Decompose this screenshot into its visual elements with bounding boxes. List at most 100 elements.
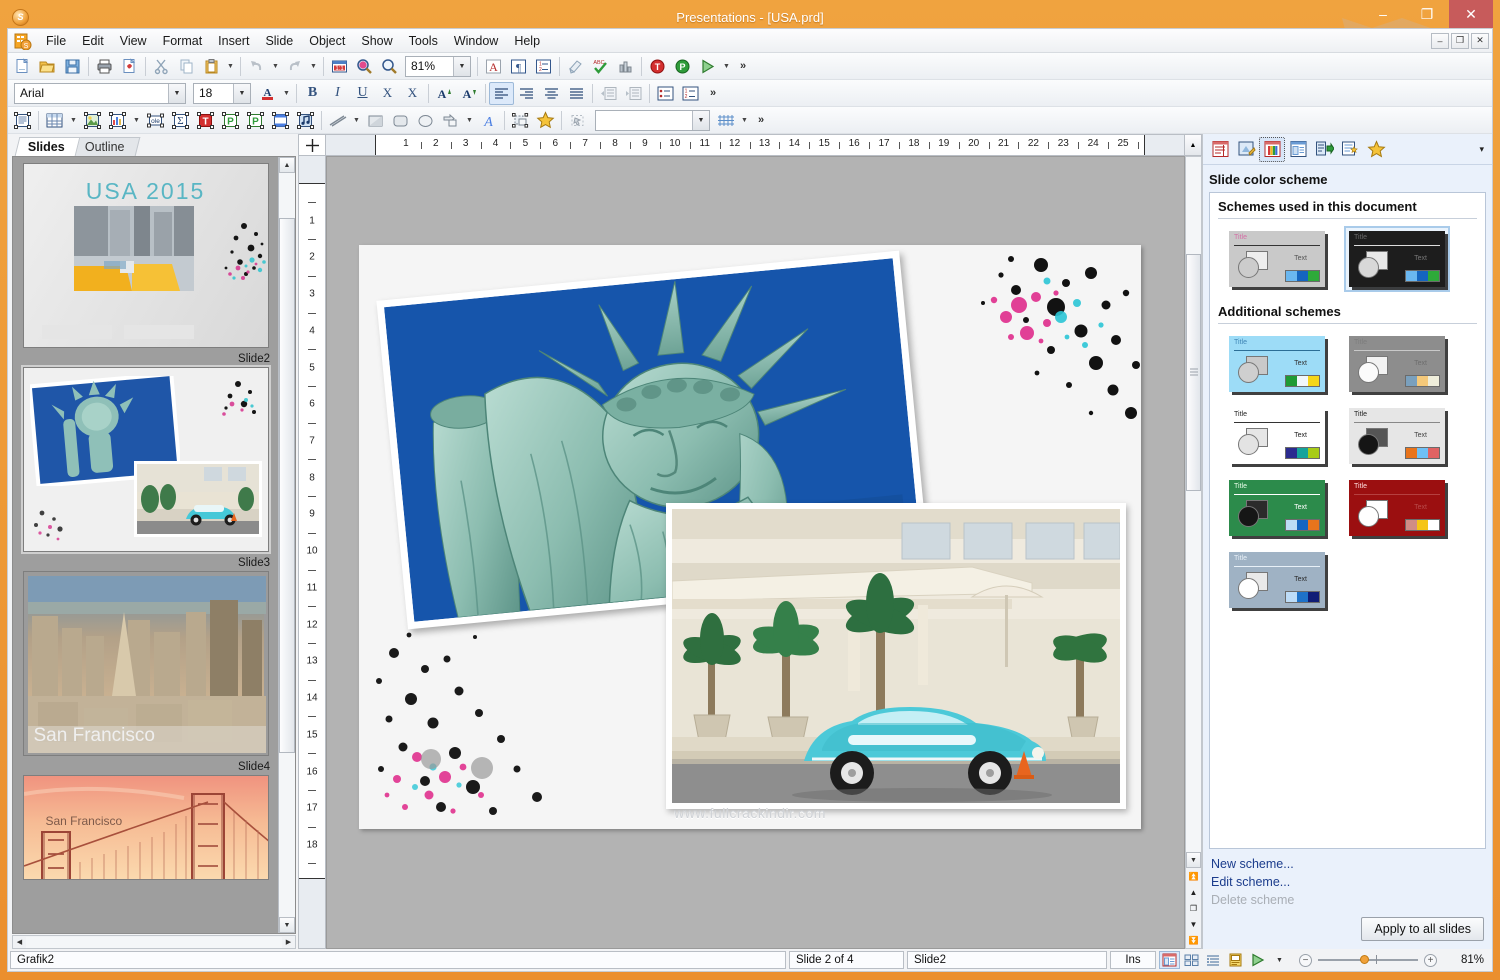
spellcheck-icon[interactable]: ABC xyxy=(588,55,613,78)
scheme-green[interactable]: Title Text xyxy=(1226,477,1328,539)
slideshow-dropdown-icon[interactable]: ▼ xyxy=(720,55,733,78)
slide-thumbnail-2[interactable] xyxy=(23,367,269,552)
media-frame-icon[interactable] xyxy=(268,109,293,132)
select-browse-object-icon[interactable]: ❐ xyxy=(1186,900,1201,916)
previous-slide-icon[interactable]: ▲ xyxy=(1186,884,1201,900)
decrease-indent-icon[interactable] xyxy=(596,82,621,105)
increase-font-size-icon[interactable]: A xyxy=(432,82,457,105)
slide-thumbnail-list[interactable]: USA 2015 xyxy=(12,156,296,934)
line-icon[interactable] xyxy=(325,109,350,132)
character-format-icon[interactable]: A xyxy=(481,55,506,78)
export-pdf-icon[interactable] xyxy=(117,55,142,78)
chart-frame-icon[interactable] xyxy=(105,109,130,132)
scheme-steel-blue[interactable]: Title Text xyxy=(1226,549,1328,611)
paste-icon[interactable] xyxy=(199,55,224,78)
zoom-in-icon[interactable] xyxy=(352,55,377,78)
normal-view-icon[interactable] xyxy=(1159,951,1180,969)
zoom-out-button[interactable]: − xyxy=(1299,954,1312,967)
table-icon[interactable] xyxy=(42,109,67,132)
sidebar-tool-layouts[interactable] xyxy=(1285,137,1311,162)
menu-window[interactable]: Window xyxy=(446,31,506,51)
slides-scroll-up-icon[interactable]: ▲ xyxy=(279,157,295,173)
close-button[interactable]: ✕ xyxy=(1449,0,1493,28)
font-color-icon[interactable]: A xyxy=(255,82,280,105)
align-center-icon[interactable] xyxy=(539,82,564,105)
sidebar-tool-color-scheme[interactable] xyxy=(1259,137,1285,162)
font-name-arrow-icon[interactable]: ▼ xyxy=(168,84,185,103)
toolbar3-overflow-icon[interactable]: » xyxy=(751,109,771,132)
outline-view-icon[interactable] xyxy=(1203,951,1224,969)
redo-icon[interactable] xyxy=(282,55,307,78)
sidebar-tool-transitions[interactable] xyxy=(1311,137,1337,162)
canvas-scroll-thumb[interactable] xyxy=(1186,254,1201,490)
textart-object-icon[interactable]: T xyxy=(193,109,218,132)
slides-scroll-thumb[interactable] xyxy=(279,218,295,754)
slides-pane-hscrollbar[interactable]: ◀ ▶ xyxy=(12,935,296,949)
menu-edit[interactable]: Edit xyxy=(74,31,112,51)
scheme-grey-light[interactable]: Title Text xyxy=(1226,228,1328,290)
side-panel-dropdown-icon[interactable]: ▾ xyxy=(1479,144,1484,155)
bullets-numbering-icon[interactable]: 12 xyxy=(531,55,556,78)
rounded-rectangle-icon[interactable] xyxy=(388,109,413,132)
font-size-combo[interactable]: 18 ▼ xyxy=(193,83,251,104)
bulleted-list-icon[interactable] xyxy=(653,82,678,105)
subscript-icon[interactable]: X xyxy=(400,82,425,105)
slides-hscroll-left-icon[interactable]: ◀ xyxy=(13,938,26,946)
undo-icon[interactable] xyxy=(244,55,269,78)
open-document-icon[interactable] xyxy=(35,55,60,78)
ole-object-icon[interactable]: ole xyxy=(143,109,168,132)
scheme-white[interactable]: Title Text xyxy=(1226,405,1328,467)
placeholder2-icon[interactable]: P xyxy=(243,109,268,132)
redo-dropdown-icon[interactable]: ▼ xyxy=(307,55,320,78)
picture-frame-icon[interactable] xyxy=(80,109,105,132)
canvas-scroll-down-icon[interactable]: ▼ xyxy=(1186,852,1201,868)
align-right-icon[interactable] xyxy=(514,82,539,105)
sidebar-tool-effects[interactable] xyxy=(1363,137,1389,162)
chart-dropdown-icon[interactable]: ▼ xyxy=(130,109,143,132)
ellipse-icon[interactable] xyxy=(413,109,438,132)
scheme-steel-blue-preview[interactable]: Title Text xyxy=(1229,552,1325,608)
chart-icon[interactable] xyxy=(613,55,638,78)
font-color-dropdown-icon[interactable]: ▼ xyxy=(280,82,293,105)
scheme-grey-light-preview[interactable]: Title Text xyxy=(1229,231,1325,287)
scheme-green-preview[interactable]: Title Text xyxy=(1229,480,1325,536)
canvas-vertical-scrollbar[interactable]: ▼ ⏫ ▲ ❐ ▼ ⏬ xyxy=(1185,156,1202,949)
cut-icon[interactable] xyxy=(149,55,174,78)
sidebar-tool-slide-properties[interactable] xyxy=(1207,137,1233,162)
scheme-black-preview[interactable]: Title Text xyxy=(1349,231,1445,287)
grid-dropdown-icon[interactable]: ▼ xyxy=(738,109,751,132)
toolbar-overflow-icon[interactable]: » xyxy=(733,55,753,78)
scheme-light-blue-preview[interactable]: Title Text xyxy=(1229,336,1325,392)
mdi-minimize-button[interactable]: – xyxy=(1431,33,1449,49)
zoom-combo-arrow-icon[interactable]: ▼ xyxy=(453,57,470,76)
start-slideshow-icon[interactable] xyxy=(695,55,720,78)
print-icon[interactable] xyxy=(92,55,117,78)
font-size-arrow-icon[interactable]: ▼ xyxy=(233,84,250,103)
grid-icon[interactable] xyxy=(713,109,738,132)
slide-thumbnail-4[interactable]: San Francisco xyxy=(23,775,269,880)
presentation-icon[interactable]: P xyxy=(670,55,695,78)
justify-icon[interactable] xyxy=(564,82,589,105)
paste-dropdown-icon[interactable]: ▼ xyxy=(224,55,237,78)
vertical-ruler[interactable]: 123456789101112131415161718 xyxy=(298,156,326,949)
superscript-icon[interactable]: X xyxy=(375,82,400,105)
new-scheme-link[interactable]: New scheme... xyxy=(1211,855,1484,873)
new-document-icon[interactable] xyxy=(10,55,35,78)
font-name-combo[interactable]: Arial ▼ xyxy=(14,83,186,104)
slides-scroll-down-icon[interactable]: ▼ xyxy=(279,917,295,933)
zoom-slider-track[interactable] xyxy=(1318,959,1418,961)
textart-icon[interactable]: A xyxy=(476,109,501,132)
paragraph-format-icon[interactable]: ¶ xyxy=(506,55,531,78)
numbered-list-icon[interactable]: 12 xyxy=(678,82,703,105)
menu-object[interactable]: Object xyxy=(301,31,353,51)
zoom-icon[interactable] xyxy=(377,55,402,78)
menu-insert[interactable]: Insert xyxy=(210,31,257,51)
scheme-dark-red[interactable]: Title Text xyxy=(1346,477,1448,539)
sidebar-tool-animations[interactable] xyxy=(1337,137,1363,162)
slide-page[interactable]: www.fullcrackindir.com xyxy=(359,245,1141,829)
slides-pane-scrollbar[interactable]: ▲ ▼ xyxy=(278,157,295,933)
start-presentation-icon[interactable] xyxy=(1247,951,1268,969)
menu-file[interactable]: File xyxy=(38,31,74,51)
copy-icon[interactable] xyxy=(174,55,199,78)
rectangle-icon[interactable] xyxy=(363,109,388,132)
